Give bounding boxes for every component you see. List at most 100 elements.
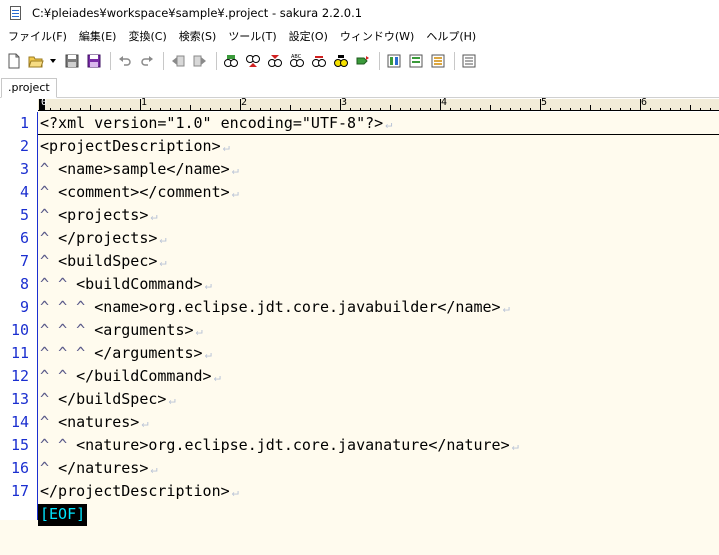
code-line[interactable]: ^ <comment></comment> ↵ xyxy=(40,181,239,204)
save-all-icon[interactable] xyxy=(84,51,104,71)
code-line[interactable]: ^ ^ ^ </arguments> ↵ xyxy=(40,342,212,365)
dropdown-arrow-icon[interactable] xyxy=(48,51,58,71)
line-number: 11 xyxy=(10,344,29,362)
tab-marker: ^ xyxy=(58,367,68,385)
menu-tools[interactable]: ツール(T) xyxy=(222,27,282,47)
ruler-tick xyxy=(530,108,531,111)
ruler-tick xyxy=(590,105,591,111)
ruler-tick xyxy=(180,108,181,111)
line-number: 5 xyxy=(19,206,29,224)
ruler-tick xyxy=(160,108,161,111)
undo-icon[interactable] xyxy=(115,51,135,71)
code-line[interactable]: ^ <buildSpec> ↵ xyxy=(40,250,167,273)
ruler-tick xyxy=(200,108,201,111)
search-icon[interactable] xyxy=(221,51,241,71)
code-line[interactable]: <projectDescription> ↵ xyxy=(40,135,230,158)
menu-search[interactable]: 検索(S) xyxy=(173,27,223,47)
ruler-label-1: 1 xyxy=(141,97,148,108)
ruler-tick xyxy=(140,99,141,111)
ruler-tick xyxy=(430,108,431,111)
tag-jump-icon[interactable] xyxy=(353,51,373,71)
ruler-tick xyxy=(690,105,691,111)
ruler-tick xyxy=(580,108,581,111)
menu-help[interactable]: ヘルプ(H) xyxy=(420,27,482,47)
code-line[interactable]: ^ ^ <buildCommand> ↵ xyxy=(40,273,212,296)
ruler-label-0: 0 xyxy=(41,97,48,108)
code-line[interactable]: ^ ^ ^ <arguments> ↵ xyxy=(40,319,203,342)
grep-icon[interactable] xyxy=(309,51,329,71)
newline-marker: ↵ xyxy=(195,324,203,338)
code-line[interactable]: ^ </buildSpec> ↵ xyxy=(40,388,176,411)
code-line[interactable]: ^ ^ </buildCommand> ↵ xyxy=(40,365,221,388)
code-line[interactable]: ^ </natures> ↵ xyxy=(40,457,158,480)
line-number: 2 xyxy=(19,137,29,155)
ruler-tick xyxy=(420,108,421,111)
ruler-tick xyxy=(270,108,271,111)
code-text: <nature>org.eclipse.jdt.core.javanature<… xyxy=(76,436,510,454)
code-line[interactable]: </projectDescription> ↵ xyxy=(40,480,239,503)
toolbar-separator xyxy=(216,52,217,70)
code-text: <projectDescription> xyxy=(40,137,221,155)
tab-marker: ^ xyxy=(40,275,50,293)
compare-icon[interactable] xyxy=(384,51,404,71)
tab-marker: ^ xyxy=(58,436,68,454)
save-icon[interactable] xyxy=(62,51,82,71)
newline-marker: ↵ xyxy=(168,393,176,407)
code-text: <?xml version="1.0" encoding="UTF-8"?> xyxy=(40,114,384,132)
title-bar: C:¥pleiades¥workspace¥sample¥.project - … xyxy=(0,0,719,26)
ruler-tick xyxy=(700,108,701,111)
ruler-tick xyxy=(470,108,471,111)
menu-settings[interactable]: 設定(O) xyxy=(283,27,334,47)
code-line[interactable]: ^ ^ ^ <name>org.eclipse.jdt.core.javabui… xyxy=(40,296,510,319)
ruler-tick xyxy=(340,99,341,111)
line-number-gutter[interactable]: 1 2 3 4 5 6 7 8 9 10 11 12 13 14 15 16 1… xyxy=(0,112,38,520)
newline-marker: ↵ xyxy=(159,255,167,269)
jump-back-icon[interactable] xyxy=(168,51,188,71)
code-line[interactable]: ^ <name>sample</name> ↵ xyxy=(40,158,239,181)
line-number: 9 xyxy=(19,298,29,316)
tab-marker: ^ xyxy=(40,459,50,477)
toolbar: ABC xyxy=(0,48,719,74)
replace-icon[interactable]: ABC xyxy=(287,51,307,71)
code-line[interactable]: ^ </projects> ↵ xyxy=(40,227,167,250)
tab-marker: ^ xyxy=(40,229,50,247)
jump-forward-icon[interactable] xyxy=(190,51,210,71)
ruler-tick xyxy=(620,108,621,111)
bookmark-search-icon[interactable] xyxy=(331,51,351,71)
line-number: 1 xyxy=(19,114,29,132)
svg-text:ABC: ABC xyxy=(291,54,302,60)
ruler-tick xyxy=(190,105,191,111)
toolbar-separator xyxy=(163,52,164,70)
outline-icon[interactable] xyxy=(406,51,426,71)
tab-marker: ^ xyxy=(40,160,50,178)
toolbar-separator xyxy=(379,52,380,70)
code-text: <name>sample</name> xyxy=(58,160,230,178)
menu-window[interactable]: ウィンドウ(W) xyxy=(334,27,420,47)
ruler-tick xyxy=(170,108,171,111)
code-line[interactable]: <?xml version="1.0" encoding="UTF-8"?> ↵ xyxy=(40,112,392,135)
sakura-app-icon[interactable] xyxy=(8,5,24,21)
text-editor[interactable]: 1 2 3 4 5 6 7 8 9 10 11 12 13 14 15 16 1… xyxy=(0,112,719,555)
open-folder-icon[interactable] xyxy=(26,51,46,71)
ruler-tick xyxy=(350,108,351,111)
code-text: </natures> xyxy=(58,459,149,477)
new-file-icon[interactable] xyxy=(4,51,24,71)
ruler-tick xyxy=(440,99,441,111)
code-line[interactable]: ^ ^ <nature>org.eclipse.jdt.core.javanat… xyxy=(40,434,519,457)
ruler-tick xyxy=(630,108,631,111)
ruler-tick xyxy=(490,105,491,111)
menu-file[interactable]: ファイル(F) xyxy=(2,27,73,47)
ruler-tick xyxy=(250,108,251,111)
ruler-tick xyxy=(210,108,211,111)
menu-convert[interactable]: 変換(C) xyxy=(122,27,172,47)
search-next-icon[interactable] xyxy=(265,51,285,71)
redo-icon[interactable] xyxy=(137,51,157,71)
tab-project[interactable]: .project xyxy=(1,78,57,98)
search-prev-icon[interactable] xyxy=(243,51,263,71)
ruler-tick xyxy=(670,108,671,111)
code-line[interactable]: ^ <natures> ↵ xyxy=(40,411,149,434)
font-icon[interactable] xyxy=(459,51,479,71)
menu-edit[interactable]: 編集(E) xyxy=(73,27,123,47)
settings-icon[interactable] xyxy=(428,51,448,71)
code-line[interactable]: ^ <projects> ↵ xyxy=(40,204,158,227)
